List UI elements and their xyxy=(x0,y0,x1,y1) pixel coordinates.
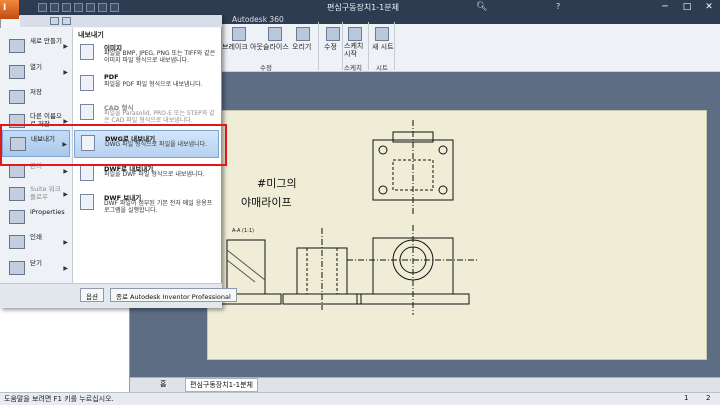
application-menu-button[interactable]: I xyxy=(0,0,19,19)
globe-mail-icon xyxy=(80,194,94,210)
chevron-right-icon: ▶ xyxy=(63,191,68,198)
slice-icon[interactable] xyxy=(268,27,282,41)
tab-home[interactable]: 홈 xyxy=(160,379,166,389)
breakout-button-label[interactable]: 브레이크 아웃 xyxy=(222,42,263,52)
tab-autodesk-360[interactable]: Autodesk 360 xyxy=(232,15,284,24)
chevron-right-icon: ▶ xyxy=(63,168,68,175)
submenu-item-desc: 파일을 PDF 파일 형식으로 내보냅니다. xyxy=(104,81,203,88)
options-button[interactable]: 옵션 xyxy=(80,288,104,302)
quick-access-redo-icon[interactable] xyxy=(86,3,95,12)
save-icon xyxy=(9,90,25,104)
new-sheet-button-label[interactable]: 새 시트 xyxy=(372,42,394,52)
crop-button-label[interactable]: 오리기 xyxy=(292,42,311,52)
ribbon-separator xyxy=(342,22,343,70)
manage-icon xyxy=(9,164,25,178)
chevron-right-icon: ▶ xyxy=(63,69,68,76)
folder-icon xyxy=(9,65,25,79)
submenu-item-image[interactable]: 이미지 파일을 BMP, JPEG, PNG 또는 TIFF와 같은 이미지 파… xyxy=(74,40,219,68)
slice-button-label[interactable]: 슬라이스 xyxy=(263,42,289,52)
chevron-right-icon: ▶ xyxy=(63,43,68,50)
crop-icon[interactable] xyxy=(296,27,310,41)
modify-button-label[interactable]: 수정 xyxy=(324,42,337,52)
suite-workflow-icon xyxy=(9,187,25,201)
quick-access-new-icon[interactable] xyxy=(38,3,47,12)
submenu-item-desc: 파일을 Parasolid, PRO-E 또는 STEP과 같은 CAD 파일 … xyxy=(104,110,215,124)
menu-item-label: Suite 워크플로우 xyxy=(30,185,61,201)
new-document-icon xyxy=(9,39,25,53)
status-count-2: 2 xyxy=(706,394,711,402)
ribbon-tab-row xyxy=(222,13,720,24)
menu-item-label: 새로 만들기 xyxy=(30,37,62,45)
ribbon-separator xyxy=(318,22,319,70)
sketch-icon[interactable] xyxy=(348,27,362,41)
menu-item-print[interactable]: 인쇄 ▶ xyxy=(2,229,70,256)
menu-item-new[interactable]: 새로 만들기 ▶ xyxy=(2,33,70,60)
open-documents-icon[interactable] xyxy=(62,17,71,25)
recent-documents-icon[interactable] xyxy=(50,17,59,25)
help-icon[interactable]: ? xyxy=(556,2,560,11)
menu-item-save[interactable]: 저장 xyxy=(2,84,70,111)
quick-access-save-icon[interactable] xyxy=(62,3,71,12)
quick-access-undo-icon[interactable] xyxy=(74,3,83,12)
pdf-file-icon xyxy=(80,75,94,91)
modify-icon[interactable] xyxy=(326,27,340,41)
submenu-item-title: PDF xyxy=(104,73,119,81)
exit-button[interactable]: 종료 Autodesk Inventor Professional xyxy=(110,288,237,302)
search-icon[interactable]: 🔍︎ xyxy=(476,2,487,12)
breakout-icon[interactable] xyxy=(232,27,246,41)
submenu-item-send-dwf[interactable]: DWF 보내기 DWF 파일이 첨부된 기본 전자 메일 응용프로그램을 실행합… xyxy=(74,190,219,218)
drawing-views xyxy=(220,120,479,315)
ribbon-separator xyxy=(394,22,395,70)
handwritten-watermark-line1: #미그의 xyxy=(257,177,297,190)
app-logo-text: I xyxy=(3,3,7,13)
iproperties-icon xyxy=(9,210,25,224)
menu-item-open[interactable]: 열기 ▶ xyxy=(2,59,70,86)
menu-item-label: iProperties xyxy=(30,208,65,216)
menu-item-label: 인쇄 xyxy=(30,233,42,241)
submenu-item-pdf[interactable]: PDF 파일을 PDF 파일 형식으로 내보냅니다. xyxy=(74,71,219,99)
ribbon-separator xyxy=(368,22,369,70)
submenu-item-desc: 파일을 BMP, JPEG, PNG 또는 TIFF와 같은 이미지 파일 형식… xyxy=(104,50,216,64)
window-title: 편심구동장치1-1분체 xyxy=(327,3,399,12)
image-file-icon xyxy=(80,44,94,60)
sketch-button-label[interactable]: 스케치 시작 xyxy=(344,42,366,58)
menu-item-close[interactable]: 닫기 ▶ xyxy=(2,255,70,282)
group-label-sketch: 스케치 xyxy=(344,64,362,72)
menu-item-label: 열기 xyxy=(30,63,42,71)
chevron-right-icon: ▶ xyxy=(63,265,68,272)
close-document-icon xyxy=(9,261,25,275)
menu-item-label: 저장 xyxy=(30,88,42,96)
group-label-sheet: 시트 xyxy=(376,64,388,72)
tab-document[interactable]: 편심구동장치1-1분체 xyxy=(185,378,258,392)
handwritten-watermark-line2: 야매라이프 xyxy=(241,196,292,209)
group-label-modify: 수정 xyxy=(260,64,272,72)
highlight-annotation xyxy=(0,124,227,166)
printer-icon xyxy=(9,235,25,249)
submenu-title: 내보내기 xyxy=(78,31,104,39)
new-sheet-icon[interactable] xyxy=(375,27,389,41)
menu-item-iproperties[interactable]: iProperties xyxy=(2,204,70,231)
status-text: 도움말을 보려면 F1 키를 누르십시오. xyxy=(4,395,114,403)
submenu-item-desc: DWF 파일이 첨부된 기본 전자 메일 응용프로그램을 실행합니다. xyxy=(104,200,213,214)
status-count-1: 1 xyxy=(684,394,689,402)
chevron-right-icon: ▶ xyxy=(63,239,68,246)
submenu-item-desc: 파일을 DWF 파일 형식으로 내보냅니다. xyxy=(104,171,205,178)
section-view-label: A-A (1:1) xyxy=(232,228,254,234)
quick-access-print-icon[interactable] xyxy=(98,3,107,12)
menu-item-label: 닫기 xyxy=(30,259,42,267)
quick-access-home-icon[interactable] xyxy=(110,3,119,12)
cad-file-icon xyxy=(80,104,94,120)
quick-access-open-icon[interactable] xyxy=(50,3,59,12)
dwf-file-icon xyxy=(80,165,94,181)
